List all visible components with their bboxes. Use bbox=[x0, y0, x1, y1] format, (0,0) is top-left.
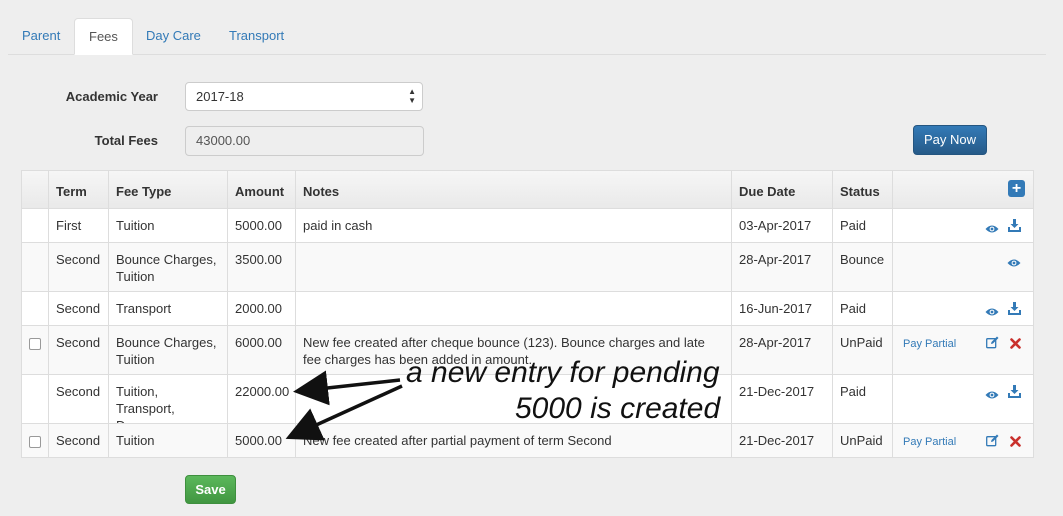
tab-parent[interactable]: Parent bbox=[8, 18, 74, 54]
select-arrows-icon: ▲ ▼ bbox=[408, 87, 416, 105]
due-date-cell: 28-Apr-2017 bbox=[731, 326, 832, 374]
save-button[interactable]: Save bbox=[185, 475, 236, 504]
eye-icon[interactable] bbox=[985, 387, 999, 404]
actions-cell: Pay Partial bbox=[892, 326, 1033, 374]
annotation-line-2: 5000 is created bbox=[515, 392, 721, 425]
select-cell bbox=[22, 292, 48, 325]
due-date-cell: 21-Dec-2017 bbox=[731, 375, 832, 423]
actions-cell bbox=[892, 209, 1033, 242]
term-cell: Second bbox=[48, 424, 108, 457]
tab-bar: Parent Fees Day Care Transport bbox=[8, 18, 1046, 55]
status-cell: UnPaid bbox=[832, 424, 892, 457]
header-amount: Amount bbox=[227, 171, 295, 208]
total-fees-field: 43000.00 bbox=[185, 126, 424, 156]
due-date-cell: 03-Apr-2017 bbox=[731, 209, 832, 242]
actions-cell bbox=[892, 375, 1033, 423]
due-date-cell: 16-Jun-2017 bbox=[731, 292, 832, 325]
select-cell bbox=[22, 424, 48, 457]
pay-now-button[interactable]: Pay Now bbox=[913, 125, 987, 155]
edit-icon[interactable] bbox=[986, 434, 999, 451]
fee-type-cell: Bounce Charges, Tuition bbox=[108, 326, 227, 374]
add-fee-icon[interactable]: + bbox=[1008, 180, 1025, 197]
table-row: Second Transport 2000.00 16-Jun-2017 Paid bbox=[22, 291, 1033, 325]
delete-icon[interactable] bbox=[1010, 336, 1021, 353]
term-cell: Second bbox=[48, 292, 108, 325]
amount-cell: 3500.00 bbox=[227, 243, 295, 291]
term-cell: Second bbox=[48, 326, 108, 374]
select-cell bbox=[22, 209, 48, 242]
term-cell: Second bbox=[48, 243, 108, 291]
actions-cell bbox=[892, 292, 1033, 325]
notes-cell: paid in cash bbox=[295, 209, 731, 242]
tab-day-care[interactable]: Day Care bbox=[132, 18, 215, 54]
select-cell bbox=[22, 375, 48, 423]
amount-cell: 22000.00 bbox=[227, 375, 295, 423]
header-due-date: Due Date bbox=[731, 171, 832, 208]
header-fee-type: Fee Type bbox=[108, 171, 227, 208]
status-cell: Bounce bbox=[832, 243, 892, 291]
annotation-line-1: a new entry for pending bbox=[406, 356, 720, 389]
table-row: Second Tuition 5000.00 New fee created afte… bbox=[22, 423, 1033, 457]
term-cell: First bbox=[48, 209, 108, 242]
header-term: Term bbox=[48, 171, 108, 208]
download-icon[interactable] bbox=[1008, 302, 1021, 319]
fee-type-cell: Tuition bbox=[108, 209, 227, 242]
term-cell: Second bbox=[48, 375, 108, 423]
eye-icon[interactable] bbox=[985, 304, 999, 321]
actions-cell: Pay Partial bbox=[892, 424, 1033, 457]
header-status: Status bbox=[832, 171, 892, 208]
header-actions: + bbox=[892, 171, 1033, 208]
academic-year-select[interactable]: 2017-18 ▲ ▼ bbox=[185, 82, 423, 111]
amount-cell: 6000.00 bbox=[227, 326, 295, 374]
pay-partial-link[interactable]: Pay Partial bbox=[903, 434, 956, 451]
fee-type-cell: Tuition bbox=[108, 424, 227, 457]
status-cell: Paid bbox=[832, 375, 892, 423]
academic-year-value: 2017-18 bbox=[196, 89, 244, 104]
download-icon[interactable] bbox=[1008, 219, 1021, 236]
status-cell: Paid bbox=[832, 292, 892, 325]
due-date-cell: 28-Apr-2017 bbox=[731, 243, 832, 291]
status-cell: UnPaid bbox=[832, 326, 892, 374]
academic-year-label: Academic Year bbox=[65, 89, 158, 104]
row-checkbox[interactable] bbox=[29, 338, 41, 350]
tab-transport[interactable]: Transport bbox=[215, 18, 298, 54]
edit-icon[interactable] bbox=[986, 336, 999, 353]
total-fees-label: Total Fees bbox=[94, 133, 158, 148]
amount-cell: 2000.00 bbox=[227, 292, 295, 325]
delete-icon[interactable] bbox=[1010, 434, 1021, 451]
amount-cell: 5000.00 bbox=[227, 424, 295, 457]
fee-type-cell: Transport bbox=[108, 292, 227, 325]
amount-cell: 5000.00 bbox=[227, 209, 295, 242]
header-select bbox=[22, 171, 48, 208]
fee-type-cell: Bounce Charges, Tuition bbox=[108, 243, 227, 291]
row-checkbox[interactable] bbox=[29, 436, 41, 448]
notes-cell: New fee created after partial payment of… bbox=[295, 424, 731, 457]
status-cell: Paid bbox=[832, 209, 892, 242]
table-header-row: Term Fee Type Amount Notes Due Date Stat… bbox=[22, 171, 1033, 208]
notes-cell bbox=[295, 243, 731, 291]
header-notes: Notes bbox=[295, 171, 731, 208]
select-cell bbox=[22, 243, 48, 291]
actions-cell bbox=[892, 243, 1033, 291]
eye-icon[interactable] bbox=[1007, 255, 1021, 272]
tab-fees[interactable]: Fees bbox=[74, 18, 133, 55]
table-row: First Tuition 5000.00 paid in cash 03-Apr-20… bbox=[22, 208, 1033, 242]
pay-partial-link[interactable]: Pay Partial bbox=[903, 336, 956, 353]
notes-cell bbox=[295, 292, 731, 325]
download-icon[interactable] bbox=[1008, 385, 1021, 402]
due-date-cell: 21-Dec-2017 bbox=[731, 424, 832, 457]
table-row: Second Bounce Charges, Tuition 3500.00 28-A… bbox=[22, 242, 1033, 291]
select-cell bbox=[22, 326, 48, 374]
fee-type-cell: Tuition, Transport, Daycare bbox=[108, 375, 227, 433]
eye-icon[interactable] bbox=[985, 221, 999, 238]
